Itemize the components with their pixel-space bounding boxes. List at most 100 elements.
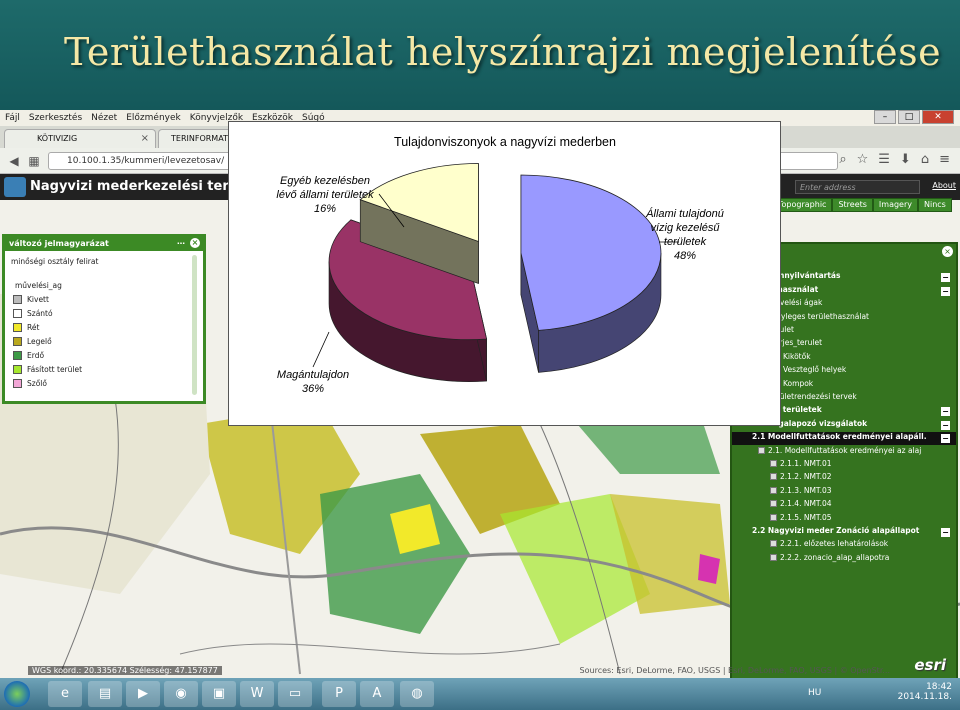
layer-label: 2.1.1. NMT.01 bbox=[780, 459, 832, 468]
legend-collapse-icon[interactable]: … bbox=[177, 237, 185, 246]
layer-checkbox[interactable] bbox=[758, 446, 765, 454]
system-clock[interactable]: 18:42 2014.11.18. bbox=[898, 682, 952, 702]
layer-checkbox[interactable] bbox=[770, 553, 777, 561]
explorer-folder-icon[interactable]: ▤ bbox=[88, 681, 122, 707]
legend-swatch bbox=[13, 379, 22, 388]
layer-row[interactable]: 2.2.2. zonacio_alap_allapotra bbox=[732, 553, 956, 566]
layer-row[interactable]: 2.1.4. NMT.04 bbox=[732, 499, 956, 512]
bookmarks-list-icon[interactable]: ☰ bbox=[878, 152, 890, 167]
legend-group-label: művelési_ag bbox=[15, 281, 62, 290]
about-link[interactable]: About bbox=[932, 181, 956, 190]
legend-title: változó jelmagyarázat bbox=[9, 239, 109, 248]
legend-item: Szántó bbox=[13, 309, 53, 318]
toolbar-icons: ⌕ ☆ ☰ ⬇ ⌂ ≡ bbox=[839, 152, 950, 167]
window-icon[interactable]: ▭ bbox=[278, 681, 312, 707]
legend-swatch bbox=[13, 309, 22, 318]
layer-row[interactable]: 2.1.3. NMT.03 bbox=[732, 486, 956, 499]
layer-label: 2.1.4. NMT.04 bbox=[780, 499, 832, 509]
search-icon[interactable]: ⌕ bbox=[839, 152, 846, 167]
menu-item[interactable]: Fájl bbox=[5, 113, 20, 123]
legend-item: Kivett bbox=[13, 295, 49, 304]
tab-terinformatika[interactable]: TERINFORMATI bbox=[158, 129, 232, 148]
acrobat-icon[interactable]: A bbox=[360, 681, 394, 707]
slice-label: vízig kezelésű bbox=[650, 222, 720, 234]
minimize-button[interactable]: – bbox=[874, 110, 896, 124]
layer-collapse-icon[interactable]: − bbox=[941, 420, 950, 430]
layer-checkbox[interactable] bbox=[770, 460, 777, 467]
chart-title: Tulajdonviszonyok a nagyvízi mederben bbox=[394, 135, 616, 149]
layer-row[interactable]: 2.1.2. NMT.02 bbox=[732, 472, 956, 485]
layer-checkbox[interactable] bbox=[770, 500, 777, 508]
download-icon[interactable]: ⬇ bbox=[900, 152, 911, 167]
legend-item: Erdő bbox=[13, 351, 44, 360]
tab-kotivizig[interactable]: KÖTIVIZIG × bbox=[4, 129, 156, 148]
menu-item[interactable]: Előzmények bbox=[126, 113, 181, 123]
layer-row[interactable]: 2.1.5. NMT.05 bbox=[732, 513, 956, 526]
pie-slices bbox=[328, 163, 662, 383]
coordinate-readout: WGS koord.: 20.335674 Szélesség: 47.1578… bbox=[28, 666, 222, 675]
basemap-none-button[interactable]: Nincs bbox=[918, 198, 952, 212]
start-button[interactable] bbox=[4, 681, 30, 707]
layer-collapse-icon[interactable]: − bbox=[941, 528, 950, 537]
ie-icon[interactable]: e bbox=[48, 681, 82, 707]
map-attribution: Sources: Esri, DeLorme, FAO, USGS | Esri… bbox=[579, 666, 890, 675]
layer-checkbox[interactable] bbox=[770, 513, 777, 521]
close-window-button[interactable]: ✕ bbox=[922, 110, 954, 124]
legend-scrollbar[interactable] bbox=[192, 255, 197, 395]
esri-logo: esri bbox=[914, 656, 946, 674]
basemap-streets-button[interactable]: Streets bbox=[832, 198, 873, 212]
pie-chart: Tulajdonviszonyok a nagyvízi mederben Ál… bbox=[276, 135, 723, 395]
layer-row[interactable]: 2.1 Modellfuttatások eredményei alapáll.… bbox=[732, 432, 956, 446]
maximize-button[interactable]: □ bbox=[898, 110, 920, 124]
layer-label: 2.2 Nagyvizi meder Zonáció alapállapot bbox=[752, 526, 920, 535]
slice-label: 16% bbox=[314, 203, 336, 215]
layer-checkbox[interactable] bbox=[770, 486, 777, 494]
layer-checkbox[interactable] bbox=[770, 473, 777, 481]
app-icon[interactable]: ▣ bbox=[202, 681, 236, 707]
taskbar: e ▤ ▶ ◉ ▣ W ▭ P A ◍ HU 18:42 2014.11.18. bbox=[0, 678, 960, 710]
layer-row[interactable]: 2.2.1. előzetes lehatárolások bbox=[732, 539, 956, 552]
close-tab-icon[interactable]: × bbox=[141, 133, 149, 144]
media-player-icon[interactable]: ▶ bbox=[126, 681, 160, 707]
back-icon[interactable]: ◀ bbox=[6, 153, 22, 169]
bookmark-star-icon[interactable]: ☆ bbox=[857, 152, 869, 167]
language-indicator[interactable]: HU bbox=[808, 688, 821, 698]
home-icon[interactable]: ⌂ bbox=[921, 152, 929, 167]
address-search-input[interactable]: Enter address bbox=[795, 180, 920, 194]
layer-row[interactable]: 2.1.1. NMT.01 bbox=[732, 459, 956, 472]
legend-item-label: Legelő bbox=[27, 337, 52, 346]
layers-close-icon[interactable]: × bbox=[942, 246, 953, 257]
layer-collapse-icon[interactable]: − bbox=[941, 434, 950, 444]
legend-swatch bbox=[13, 295, 22, 304]
layer-collapse-icon[interactable]: − bbox=[941, 407, 950, 417]
word-icon[interactable]: W bbox=[240, 681, 274, 707]
home-grid-icon[interactable]: ▦ bbox=[26, 153, 42, 169]
layer-collapse-icon[interactable]: − bbox=[941, 273, 950, 283]
legend-item-label: Kivett bbox=[27, 295, 49, 304]
layer-collapse-icon[interactable]: − bbox=[941, 286, 950, 296]
menu-icon[interactable]: ≡ bbox=[939, 152, 950, 167]
basemap-imagery-button[interactable]: Imagery bbox=[872, 198, 918, 212]
legend-item: Legelő bbox=[13, 337, 52, 346]
firefox-icon[interactable]: ◍ bbox=[400, 681, 434, 707]
layer-checkbox[interactable] bbox=[770, 540, 777, 548]
layer-label: 2.1. Modellfuttatások eredményei az alaj bbox=[768, 445, 922, 455]
layer-row[interactable]: 2.2 Nagyvizi meder Zonáció alapállapot − bbox=[732, 526, 956, 539]
legend-item-label: Szőlő bbox=[27, 379, 47, 388]
menu-item[interactable]: Nézet bbox=[91, 113, 117, 123]
layer-label: 2.2.2. zonacio_alap_allapotra bbox=[780, 552, 890, 562]
menu-item[interactable]: Szerkesztés bbox=[29, 113, 82, 123]
chrome-icon[interactable]: ◉ bbox=[164, 681, 198, 707]
layer-row[interactable]: 2.1. Modellfuttatások eredményei az alaj bbox=[732, 446, 956, 459]
legend-close-icon[interactable]: × bbox=[190, 238, 200, 248]
legend-item: Rét bbox=[13, 323, 39, 332]
legend-swatch bbox=[13, 323, 22, 332]
powerpoint-icon[interactable]: P bbox=[322, 681, 356, 707]
slice-label: 36% bbox=[302, 383, 324, 395]
layer-label: 2.1.5. NMT.05 bbox=[780, 512, 832, 522]
clock-date: 2014.11.18. bbox=[897, 692, 952, 702]
layer-label: 2.1 Modellfuttatások eredményei alapáll. bbox=[752, 432, 927, 442]
app-title: Nagyvizi mederkezelési terv bbox=[30, 179, 238, 194]
legend-panel: változó jelmagyarázat … × minőségi osztá… bbox=[2, 234, 206, 404]
layer-label: 2.2.1. előzetes lehatárolások bbox=[780, 539, 889, 549]
